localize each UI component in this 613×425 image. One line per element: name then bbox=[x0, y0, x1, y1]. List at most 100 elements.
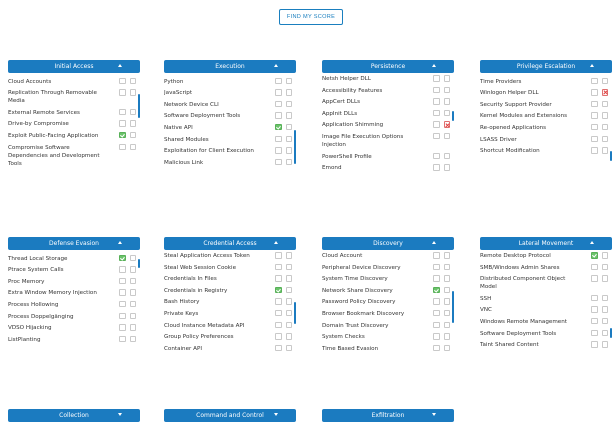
implemented-checkbox[interactable] bbox=[119, 266, 126, 273]
chevron-down-icon[interactable] bbox=[274, 413, 278, 416]
chevron-down-icon[interactable] bbox=[118, 413, 122, 416]
not-applicable-checkbox[interactable] bbox=[129, 335, 136, 343]
technique-label[interactable]: VDSO Hijacking bbox=[8, 324, 112, 332]
scrollbar-thumb[interactable] bbox=[294, 130, 296, 164]
technique-label[interactable]: Security Support Provider bbox=[480, 101, 584, 109]
not-applicable-checkbox[interactable] bbox=[601, 294, 608, 302]
technique-label[interactable]: Software Deployment Tools bbox=[480, 330, 584, 338]
implemented-checkbox[interactable] bbox=[119, 108, 126, 116]
not-applicable-checkbox[interactable] bbox=[601, 275, 608, 282]
not-applicable-checkbox[interactable] bbox=[443, 321, 450, 329]
implemented-checkbox[interactable] bbox=[433, 298, 440, 305]
technique-label[interactable]: Time Based Evasion bbox=[322, 345, 426, 353]
implemented-checkbox[interactable] bbox=[433, 98, 440, 105]
technique-label[interactable]: VNC bbox=[480, 306, 584, 314]
not-applicable-checkbox[interactable] bbox=[285, 309, 292, 317]
technique-label[interactable]: Drive-by Compromise bbox=[8, 120, 112, 128]
not-applicable-checkbox[interactable] bbox=[443, 309, 450, 317]
implemented-checkbox[interactable] bbox=[275, 158, 282, 166]
technique-label[interactable]: Thread Local Storage bbox=[8, 255, 112, 263]
technique-label[interactable]: Network Device CLI bbox=[164, 101, 268, 109]
implemented-checkbox[interactable] bbox=[433, 164, 440, 171]
implemented-checkbox[interactable] bbox=[591, 341, 598, 348]
implemented-checkbox[interactable] bbox=[591, 100, 598, 108]
not-applicable-checkbox[interactable] bbox=[285, 321, 292, 329]
not-applicable-checkbox[interactable] bbox=[601, 77, 608, 85]
technique-label[interactable]: Steal Application Access Token bbox=[164, 252, 268, 260]
technique-label[interactable]: Taint Shared Content bbox=[480, 341, 584, 349]
technique-label[interactable]: Emond bbox=[322, 164, 426, 172]
technique-label[interactable]: Windows Remote Management bbox=[480, 318, 584, 326]
technique-list[interactable]: Authentication PackageTime ProvidersWinl… bbox=[480, 74, 612, 210]
technique-label[interactable]: JavaScript bbox=[164, 89, 268, 97]
not-applicable-checkbox[interactable] bbox=[601, 147, 608, 154]
not-applicable-checkbox[interactable] bbox=[443, 344, 450, 352]
technique-label[interactable]: Winlogon Helper DLL bbox=[480, 89, 584, 97]
technique-label[interactable]: Netsh Helper DLL bbox=[322, 75, 426, 83]
scrollbar-thumb[interactable] bbox=[452, 111, 454, 121]
technique-list[interactable]: Cloud Account Peripheral Device Discovery… bbox=[322, 251, 454, 387]
not-applicable-checkbox[interactable] bbox=[601, 112, 608, 119]
implemented-checkbox[interactable] bbox=[433, 286, 440, 294]
scrollbar-thumb[interactable] bbox=[138, 94, 140, 118]
implemented-checkbox[interactable] bbox=[433, 252, 440, 259]
not-applicable-checkbox[interactable] bbox=[285, 135, 292, 143]
not-applicable-checkbox[interactable] bbox=[601, 329, 608, 337]
chevron-up-icon[interactable] bbox=[274, 241, 278, 244]
not-applicable-checkbox[interactable] bbox=[129, 108, 136, 116]
implemented-checkbox[interactable] bbox=[275, 100, 282, 108]
tactic-header-privilege-escalation[interactable]: Privilege Escalation bbox=[480, 60, 612, 73]
technique-label[interactable]: Re-opened Applications bbox=[480, 124, 584, 132]
not-applicable-checkbox[interactable] bbox=[285, 123, 292, 131]
tactic-header-command-and-control[interactable]: Command and Control bbox=[164, 409, 296, 422]
technique-label[interactable]: Python bbox=[164, 78, 268, 86]
implemented-checkbox[interactable] bbox=[275, 252, 282, 259]
implemented-checkbox[interactable] bbox=[119, 312, 126, 320]
implemented-checkbox[interactable] bbox=[275, 344, 282, 352]
not-applicable-checkbox[interactable] bbox=[601, 89, 608, 96]
implemented-checkbox[interactable] bbox=[433, 152, 440, 160]
implemented-checkbox[interactable] bbox=[119, 277, 126, 285]
implemented-checkbox[interactable] bbox=[119, 120, 126, 127]
implemented-checkbox[interactable] bbox=[119, 89, 126, 96]
not-applicable-checkbox[interactable] bbox=[601, 252, 608, 259]
not-applicable-checkbox[interactable] bbox=[443, 152, 450, 160]
technique-label[interactable]: System Time Discovery bbox=[322, 275, 426, 283]
technique-label[interactable]: Shortcut Modification bbox=[480, 147, 584, 155]
scrollbar-thumb[interactable] bbox=[138, 259, 140, 268]
technique-label[interactable]: Peripheral Device Discovery bbox=[322, 264, 426, 272]
implemented-checkbox[interactable] bbox=[591, 317, 598, 325]
tactic-header-execution[interactable]: Execution bbox=[164, 60, 296, 73]
implemented-checkbox[interactable] bbox=[119, 131, 126, 139]
technique-label[interactable]: Cloud Instance Metadata API bbox=[164, 322, 268, 330]
technique-label[interactable]: Cloud Account bbox=[322, 252, 426, 260]
technique-label[interactable]: Private Keys bbox=[164, 310, 268, 318]
technique-label[interactable]: Steal Web Session Cookie bbox=[164, 264, 268, 272]
find-my-score-button[interactable]: FIND MY SCORE bbox=[279, 9, 343, 25]
technique-label[interactable]: SSH bbox=[480, 295, 584, 303]
technique-list[interactable]: Steal Application Access Token Steal Web … bbox=[164, 251, 296, 387]
implemented-checkbox[interactable] bbox=[591, 306, 598, 313]
not-applicable-checkbox[interactable] bbox=[285, 263, 292, 271]
tactic-header-lateral-movement[interactable]: Lateral Movement bbox=[480, 237, 612, 250]
technique-label[interactable]: Kernel Modules and Extensions bbox=[480, 112, 584, 120]
scrollbar-thumb[interactable] bbox=[452, 291, 454, 323]
not-applicable-checkbox[interactable] bbox=[601, 341, 608, 348]
implemented-checkbox[interactable] bbox=[591, 89, 598, 96]
tactic-header-persistence[interactable]: Persistence bbox=[322, 60, 454, 73]
not-applicable-checkbox[interactable] bbox=[285, 100, 292, 108]
not-applicable-checkbox[interactable] bbox=[285, 147, 292, 154]
scrollbar-thumb[interactable] bbox=[294, 302, 296, 324]
not-applicable-checkbox[interactable] bbox=[129, 277, 136, 285]
tactic-header-credential-access[interactable]: Credential Access bbox=[164, 237, 296, 250]
technique-label[interactable]: Credentials in Registry bbox=[164, 287, 268, 295]
chevron-up-icon[interactable] bbox=[432, 64, 436, 67]
technique-label[interactable]: Distributed Component Object Model bbox=[480, 275, 584, 291]
not-applicable-checkbox[interactable] bbox=[601, 100, 608, 108]
implemented-checkbox[interactable] bbox=[119, 289, 126, 296]
technique-label[interactable]: Bash History bbox=[164, 298, 268, 306]
implemented-checkbox[interactable] bbox=[591, 252, 598, 259]
technique-label[interactable]: External Remote Services bbox=[8, 109, 112, 117]
implemented-checkbox[interactable] bbox=[119, 300, 126, 308]
implemented-checkbox[interactable] bbox=[119, 143, 126, 151]
